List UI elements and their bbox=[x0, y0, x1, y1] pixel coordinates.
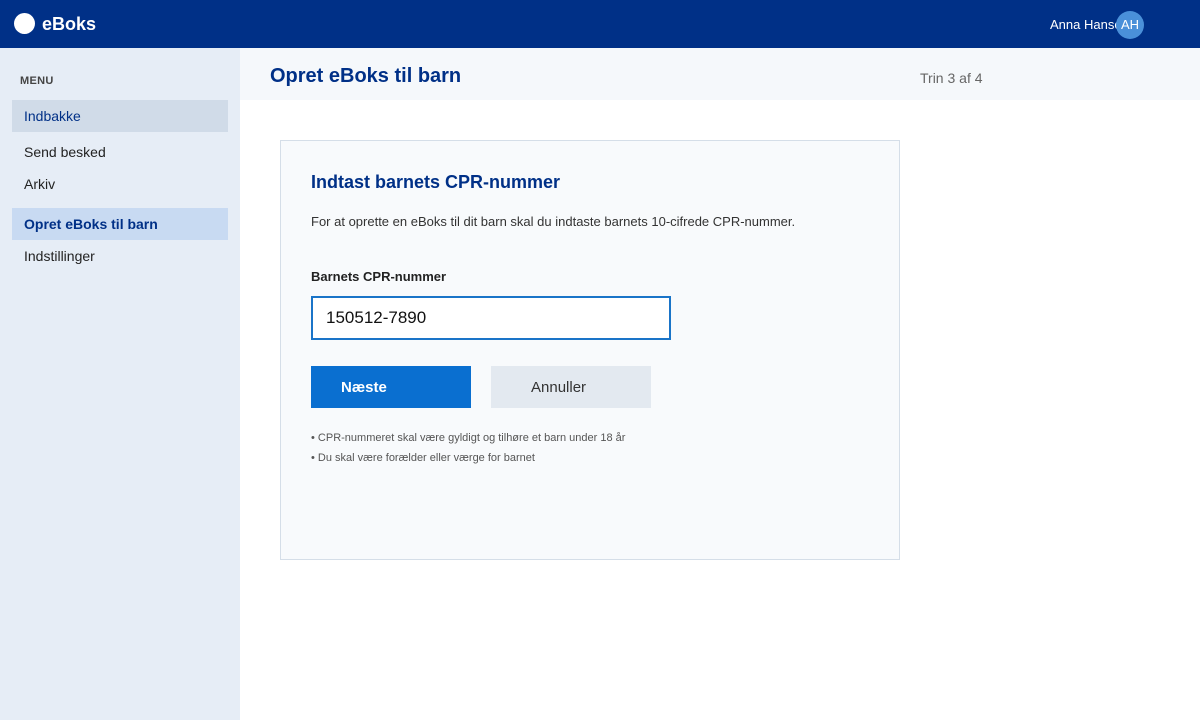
note-valid-cpr: • CPR-nummeret skal være gyldigt og tilh… bbox=[311, 432, 626, 444]
menu-heading: MENU bbox=[20, 75, 54, 87]
top-bar: eBoks Anna Hansen AH bbox=[0, 0, 1200, 48]
sidebar-item-settings[interactable]: Indstillinger bbox=[12, 240, 228, 272]
page-header: Opret eBoks til barn Trin 3 af 4 bbox=[240, 48, 1200, 100]
sidebar-item-archive[interactable]: Arkiv bbox=[12, 168, 228, 200]
cpr-field-label: Barnets CPR-nummer bbox=[311, 269, 447, 284]
sidebar-item-inbox[interactable]: Indbakke bbox=[12, 100, 228, 132]
brand-name[interactable]: eBoks bbox=[42, 13, 96, 35]
next-button[interactable]: Næste bbox=[311, 366, 471, 408]
cpr-input[interactable] bbox=[311, 296, 671, 340]
note-guardian: • Du skal være forælder eller værge for … bbox=[311, 452, 535, 464]
cpr-form-card: Indtast barnets CPR-nummer For at oprett… bbox=[280, 140, 900, 560]
form-description: For at oprette en eBoks til dit barn ska… bbox=[311, 214, 796, 229]
avatar[interactable]: AH bbox=[1116, 11, 1144, 39]
page-title: Opret eBoks til barn bbox=[270, 65, 462, 87]
user-name[interactable]: Anna Hansen bbox=[1050, 17, 1120, 32]
sidebar-item-create-child-eboks[interactable]: Opret eBoks til barn bbox=[12, 208, 228, 240]
form-title: Indtast barnets CPR-nummer bbox=[311, 172, 561, 192]
sidebar-item-send-message[interactable]: Send besked bbox=[12, 136, 228, 168]
eboks-logo-icon[interactable] bbox=[14, 13, 35, 34]
sidebar: MENU Indbakke Send besked Arkiv Opret eB… bbox=[0, 48, 240, 720]
cancel-button[interactable]: Annuller bbox=[491, 366, 651, 408]
step-indicator: Trin 3 af 4 bbox=[920, 70, 983, 86]
